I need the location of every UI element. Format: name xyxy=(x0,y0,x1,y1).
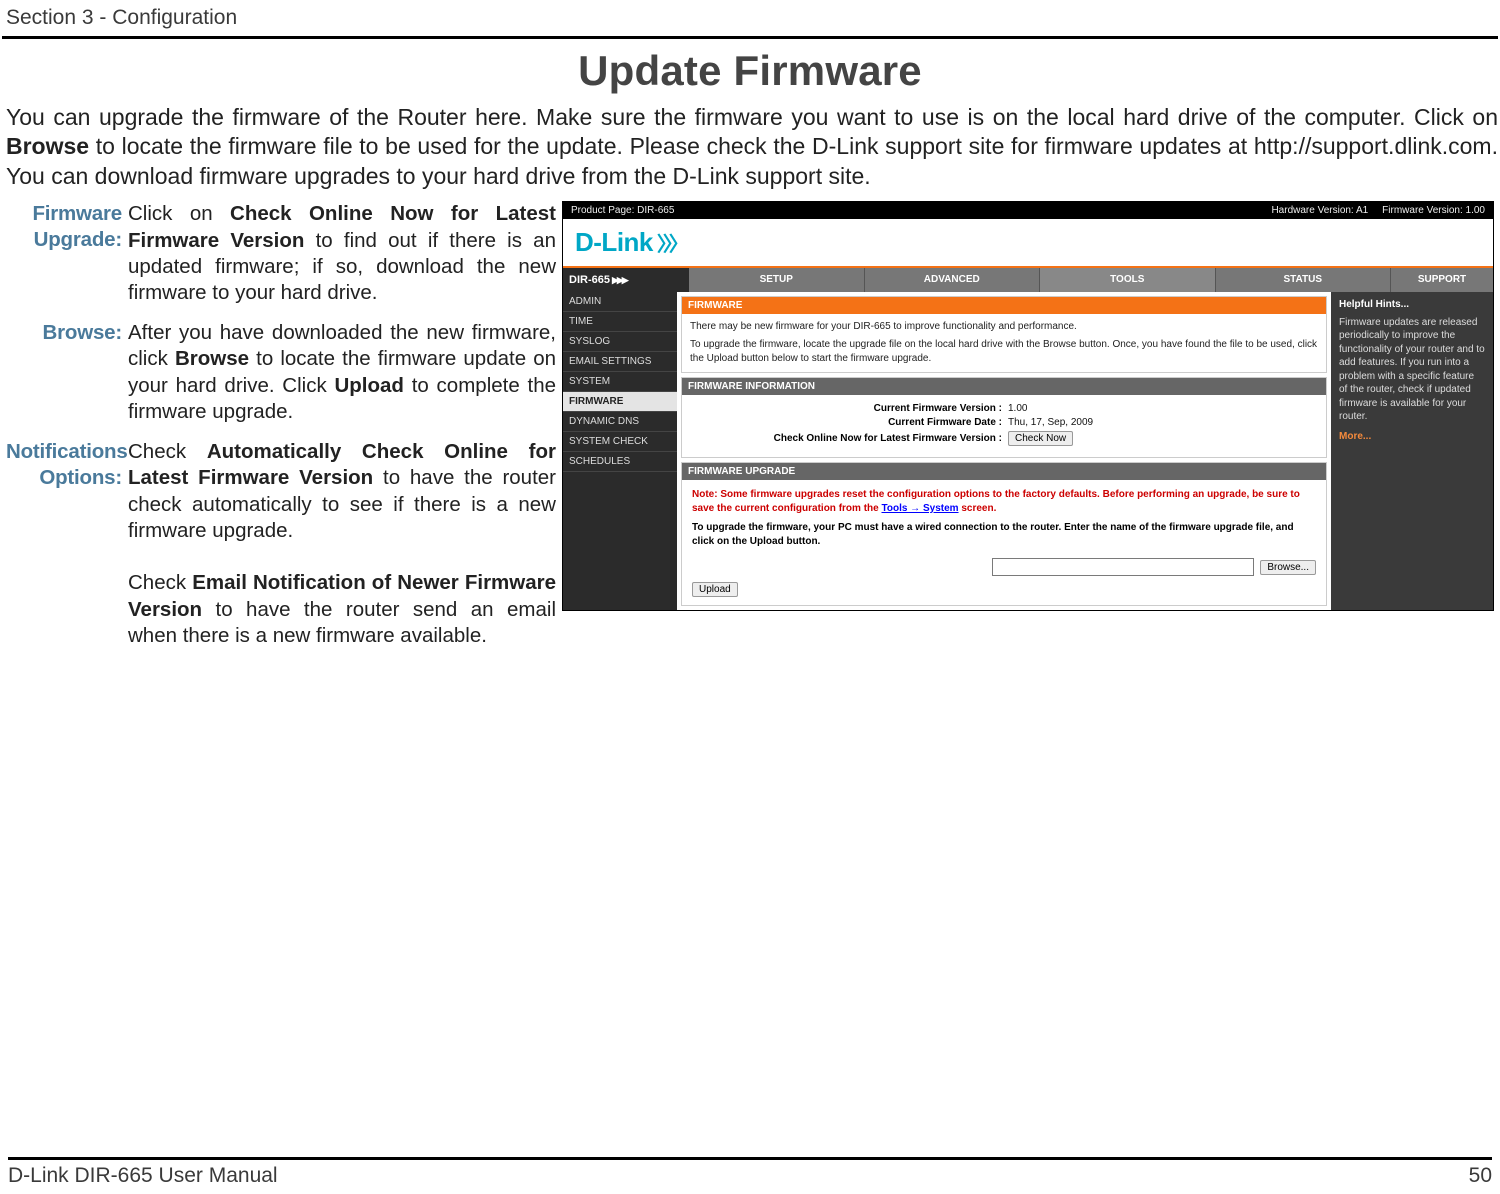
router-sidenav: ADMIN TIME SYSLOG EMAIL SETTINGS SYSTEM … xyxy=(563,292,677,610)
router-screenshot: Product Page: DIR-665 Hardware Version: … xyxy=(562,201,1494,611)
intro-paragraph: You can upgrade the firmware of the Rout… xyxy=(0,103,1500,191)
warn-text-2: screen. xyxy=(959,503,997,514)
upload-button[interactable]: Upload xyxy=(692,582,738,597)
text: Check xyxy=(128,571,192,594)
chevron-icon: ▶▶▶ xyxy=(612,275,627,286)
router-main-panel: FIRMWARE There may be new firmware for y… xyxy=(677,292,1331,610)
def-firmware-upgrade: Firmware Upgrade: Click on Check Online … xyxy=(6,201,556,306)
helpful-hints-more-link[interactable]: More... xyxy=(1339,430,1485,444)
sidenav-syslog[interactable]: SYSLOG xyxy=(563,332,677,352)
panel-firmware-info: FIRMWARE INFORMATION Current Firmware Ve… xyxy=(681,377,1327,458)
sidenav-time[interactable]: TIME xyxy=(563,312,677,332)
check-online-label: Check Online Now for Latest Firmware Ver… xyxy=(692,433,1002,444)
dlink-logo: D-Link 〉〉〉 xyxy=(575,227,685,258)
panel-firmware-head: FIRMWARE xyxy=(682,297,1326,314)
page-title: Update Firmware xyxy=(0,47,1500,95)
tab-advanced[interactable]: ADVANCED xyxy=(865,268,1041,292)
def-term-firmware-upgrade: Firmware Upgrade: xyxy=(6,201,128,252)
def-desc-firmware-upgrade: Click on Check Online Now for Latest Fir… xyxy=(128,201,556,306)
current-version-label: Current Firmware Version : xyxy=(692,403,1002,414)
def-desc-browse: After you have downloaded the new firmwa… xyxy=(128,320,556,425)
section-header: Section 3 - Configuration xyxy=(0,0,1500,34)
intro-text-2: to locate the firmware file to be used f… xyxy=(6,133,1498,188)
panel-firmware-info-head: FIRMWARE INFORMATION xyxy=(682,378,1326,395)
router-top-bar: Product Page: DIR-665 Hardware Version: … xyxy=(563,202,1493,219)
tools-system-link[interactable]: Tools → System xyxy=(881,503,958,514)
def-browse: Browse: After you have downloaded the ne… xyxy=(6,320,556,425)
dlink-arcs-icon: 〉〉〉 xyxy=(657,228,685,257)
intro-bold-browse: Browse xyxy=(6,133,89,159)
current-date-value: Thu, 17, Sep, 2009 xyxy=(1008,417,1093,428)
definitions-column: Firmware Upgrade: Click on Check Online … xyxy=(6,201,556,663)
firmware-file-input[interactable] xyxy=(992,558,1254,576)
section-rule xyxy=(2,36,1498,39)
text: Check xyxy=(128,440,207,463)
sidenav-firmware[interactable]: FIRMWARE xyxy=(563,392,677,412)
helpful-hints-head: Helpful Hints... xyxy=(1339,298,1485,312)
def-desc-notifications: Check Automatically Check Online for Lat… xyxy=(128,439,556,649)
panel-firmware-body: There may be new firmware for your DIR-6… xyxy=(682,314,1326,372)
tab-status[interactable]: STATUS xyxy=(1216,268,1392,292)
bold: Browse xyxy=(175,347,249,370)
sidenav-admin[interactable]: ADMIN xyxy=(563,292,677,312)
panel-firmware-upgrade: FIRMWARE UPGRADE Note: Some firmware upg… xyxy=(681,462,1327,606)
firmware-upgrade-warning: Note: Some firmware upgrades reset the c… xyxy=(692,488,1316,515)
tab-support[interactable]: SUPPORT xyxy=(1391,268,1493,292)
footer-left: D-Link DIR-665 User Manual xyxy=(8,1164,278,1188)
page-footer: D-Link DIR-665 User Manual 50 xyxy=(0,1157,1500,1188)
intro-text: You can upgrade the firmware of the Rout… xyxy=(6,104,1498,130)
footer-page-number: 50 xyxy=(1469,1164,1492,1188)
tab-setup[interactable]: SETUP xyxy=(689,268,865,292)
model-label: DIR-665 ▶▶▶ xyxy=(563,268,689,292)
text: Click on xyxy=(128,202,230,225)
firmware-version-label: Firmware Version: 1.00 xyxy=(1382,205,1485,216)
browse-button[interactable]: Browse... xyxy=(1260,560,1316,575)
router-logo-bar: D-Link 〉〉〉 xyxy=(563,219,1493,266)
sidenav-system[interactable]: SYSTEM xyxy=(563,372,677,392)
panel-firmware: FIRMWARE There may be new firmware for y… xyxy=(681,296,1327,373)
current-date-label: Current Firmware Date : xyxy=(692,417,1002,428)
def-term-browse: Browse: xyxy=(6,320,128,346)
bold: Upload xyxy=(334,374,403,397)
current-version-value: 1.00 xyxy=(1008,403,1027,414)
check-now-button[interactable]: Check Now xyxy=(1008,431,1073,446)
def-notifications: Notifications Options: Check Automatical… xyxy=(6,439,556,649)
panel-firmware-info-body: Current Firmware Version : 1.00 Current … xyxy=(682,395,1326,457)
dlink-logo-text: D-Link xyxy=(575,227,653,258)
router-nav: DIR-665 ▶▶▶ SETUP ADVANCED TOOLS STATUS … xyxy=(563,266,1493,292)
sidenav-dynamic-dns[interactable]: DYNAMIC DNS xyxy=(563,412,677,432)
tab-tools[interactable]: TOOLS xyxy=(1040,268,1216,292)
firmware-upgrade-note: To upgrade the firmware, your PC must ha… xyxy=(692,521,1316,548)
def-term-notifications: Notifications Options: xyxy=(6,439,128,490)
footer-rule xyxy=(8,1157,1492,1160)
panel-firmware-upgrade-body: Note: Some firmware upgrades reset the c… xyxy=(682,480,1326,605)
panel-firmware-line1: There may be new firmware for your DIR-6… xyxy=(690,320,1318,334)
product-page-label: Product Page: DIR-665 xyxy=(571,205,674,216)
helpful-hints-body: Firmware updates are released periodical… xyxy=(1339,316,1485,424)
model-text: DIR-665 xyxy=(569,274,610,286)
sidenav-schedules[interactable]: SCHEDULES xyxy=(563,452,677,472)
hardware-version-label: Hardware Version: A1 xyxy=(1271,205,1368,216)
helpful-hints-panel: Helpful Hints... Firmware updates are re… xyxy=(1331,292,1493,610)
sidenav-email-settings[interactable]: EMAIL SETTINGS xyxy=(563,352,677,372)
panel-firmware-upgrade-head: FIRMWARE UPGRADE xyxy=(682,463,1326,480)
sidenav-system-check[interactable]: SYSTEM CHECK xyxy=(563,432,677,452)
panel-firmware-line2: To upgrade the firmware, locate the upgr… xyxy=(690,338,1318,366)
